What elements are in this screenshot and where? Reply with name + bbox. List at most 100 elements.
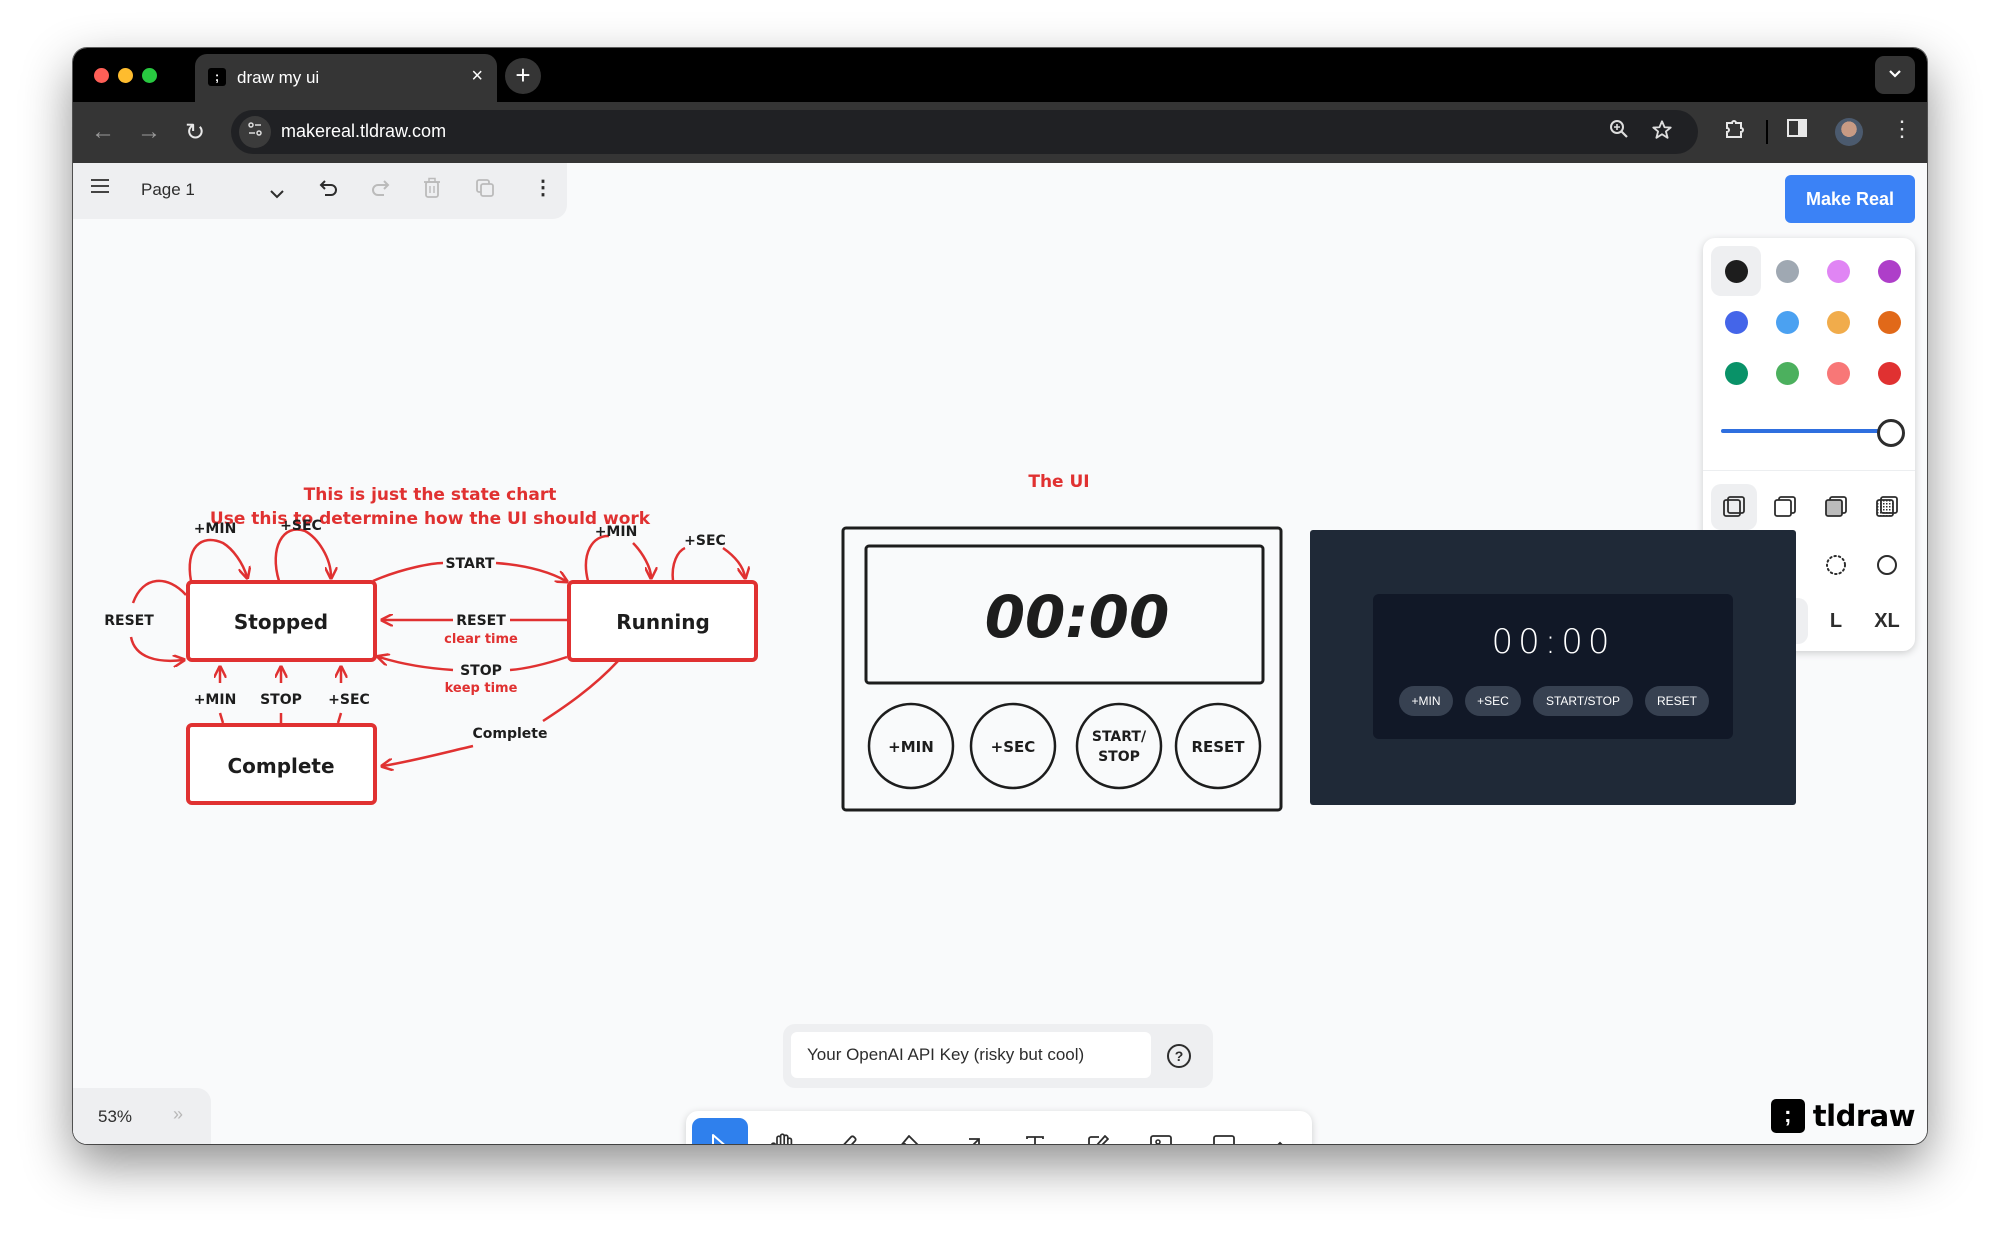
generated-timer-card: 00:00 +MIN +SEC START/STOP RESET: [1373, 594, 1733, 739]
text-icon: [1026, 1136, 1044, 1144]
browser-menu-icon[interactable]: ⋮: [1891, 116, 1913, 142]
maximize-window-button[interactable]: [142, 68, 157, 83]
zoom-level[interactable]: 53%: [98, 1107, 132, 1127]
wireframe-time: 00:00: [985, 583, 1170, 651]
zoom-panel: 53% »: [73, 1088, 211, 1144]
generated-sec-button[interactable]: +SEC: [1465, 686, 1521, 716]
state-chart: This is just the state chart Use this to…: [104, 485, 758, 805]
generated-time-display: 00:00: [1491, 622, 1615, 662]
state-chart-note-line1: This is just the state chart: [304, 485, 557, 505]
bookmark-star-icon[interactable]: [1651, 119, 1673, 147]
wireframe-heading: The UI: [1028, 472, 1089, 492]
tool-note[interactable]: [1070, 1118, 1126, 1144]
arrow-stopped-min: [188, 538, 247, 582]
api-key-input[interactable]: [791, 1032, 1151, 1078]
forward-button[interactable]: →: [137, 118, 161, 146]
label-running-min: +MIN: [595, 524, 638, 540]
label-stopped-reset: RESET: [104, 613, 154, 629]
tool-hand[interactable]: [755, 1118, 811, 1144]
tool-eraser[interactable]: [881, 1118, 937, 1144]
minimap-toggle-icon[interactable]: »: [173, 1104, 183, 1125]
site-info-icon[interactable]: [239, 116, 271, 148]
wireframe-ui: The UI 00:00 +MIN +SEC START/ STOP RESET: [841, 472, 1283, 812]
label-stop-note: keep time: [445, 681, 518, 696]
tool-draw[interactable]: [818, 1118, 874, 1144]
extensions-icon[interactable]: [1723, 117, 1747, 147]
label-reset-note: clear time: [444, 632, 518, 647]
wireframe-frame[interactable]: [841, 526, 1283, 812]
rectangle-icon: [1213, 1135, 1235, 1144]
tldraw-brand[interactable]: ; tldraw: [1770, 1098, 1916, 1134]
generated-min-button[interactable]: +MIN: [1399, 686, 1453, 716]
browser-toolbar: ← → ↻ makereal.tldraw.com ⋮: [73, 102, 1927, 163]
label-running-sec: +SEC: [684, 533, 726, 549]
generated-ui-preview[interactable]: 00:00 +MIN +SEC START/STOP RESET: [1310, 530, 1796, 805]
state-label-complete: Complete: [227, 754, 334, 778]
note-edit-icon: [1088, 1135, 1109, 1144]
api-key-panel: ?: [783, 1024, 1213, 1088]
wireframe-startstop-label-2: STOP: [1098, 749, 1140, 765]
label-stopped-min: +MIN: [194, 521, 237, 537]
label-start: START: [445, 556, 495, 572]
tab-bar: ; draw my ui × +: [73, 48, 1927, 102]
label-stopped-sec: +SEC: [280, 518, 322, 534]
pencil-icon: [843, 1135, 857, 1144]
eraser-icon: [901, 1135, 919, 1144]
cursor-icon: [712, 1134, 725, 1144]
close-window-button[interactable]: [94, 68, 109, 83]
toolbar-separator: [1766, 120, 1768, 144]
label-complete-min: +MIN: [194, 692, 237, 708]
wireframe-startstop-label-1: START/: [1092, 729, 1147, 745]
tab-favicon-icon: ;: [208, 68, 226, 86]
arrow-icon: [969, 1138, 980, 1144]
label-complete-sec: +SEC: [328, 692, 370, 708]
url-text[interactable]: makereal.tldraw.com: [281, 121, 446, 142]
side-panel-icon[interactable]: [1786, 117, 1808, 145]
chevron-down-icon: [1889, 70, 1901, 78]
reload-button[interactable]: ↻: [185, 118, 205, 147]
tool-rectangle[interactable]: [1196, 1118, 1252, 1144]
wireframe-reset-label: RESET: [1191, 738, 1245, 756]
tools-toolbar: [686, 1111, 1312, 1144]
arrow-complete-min-tail: [218, 712, 225, 724]
new-tab-button[interactable]: +: [505, 58, 541, 94]
tool-select[interactable]: [692, 1118, 748, 1144]
tool-arrow[interactable]: [944, 1118, 1000, 1144]
hand-icon: [771, 1133, 793, 1144]
tab-title: draw my ui: [237, 68, 320, 87]
browser-window: ; draw my ui × + ← → ↻ makereal.tldraw.c…: [73, 48, 1927, 1144]
label-complete: Complete: [473, 726, 548, 742]
label-reset: RESET: [456, 613, 506, 629]
arrow-running-min: [584, 534, 651, 581]
address-bar[interactable]: makereal.tldraw.com: [231, 110, 1698, 154]
state-label-running: Running: [616, 610, 710, 634]
tool-more[interactable]: [1252, 1118, 1308, 1144]
wireframe-min-label: +MIN: [888, 738, 934, 756]
minimize-window-button[interactable]: [118, 68, 133, 83]
tab-close-icon[interactable]: ×: [471, 65, 483, 88]
tab-search-button[interactable]: [1875, 56, 1915, 94]
generated-reset-button[interactable]: RESET: [1645, 686, 1709, 716]
state-chart-note-line2: Use this to determine how the UI should …: [210, 509, 651, 529]
back-button[interactable]: ←: [91, 118, 115, 146]
arrow-running-sec: [671, 546, 745, 581]
label-stop: STOP: [460, 663, 502, 679]
state-label-stopped: Stopped: [234, 610, 328, 634]
tldraw-logo-icon: ;: [1770, 1099, 1805, 1133]
chevron-up-icon: [1277, 1141, 1283, 1144]
zoom-icon[interactable]: [1609, 119, 1629, 145]
arrow-stopped-sec: [274, 528, 331, 582]
profile-avatar[interactable]: [1835, 118, 1863, 146]
tldraw-canvas[interactable]: Page 1 ⋮ Make Real L XL This is just the…: [73, 163, 1927, 1144]
help-icon[interactable]: ?: [1167, 1044, 1191, 1068]
wireframe-startstop-button[interactable]: [1075, 702, 1163, 790]
tldraw-wordmark: tldraw: [1812, 1099, 1916, 1133]
tool-image[interactable]: [1133, 1118, 1189, 1144]
browser-tab[interactable]: ; draw my ui ×: [195, 54, 497, 102]
image-icon: [1150, 1135, 1172, 1144]
wireframe-sec-label: +SEC: [991, 738, 1036, 756]
tool-text[interactable]: [1007, 1118, 1063, 1144]
generated-startstop-button[interactable]: START/STOP: [1533, 686, 1633, 716]
arrow-complete-sec-tail: [336, 712, 343, 724]
label-complete-stop: STOP: [260, 692, 302, 708]
